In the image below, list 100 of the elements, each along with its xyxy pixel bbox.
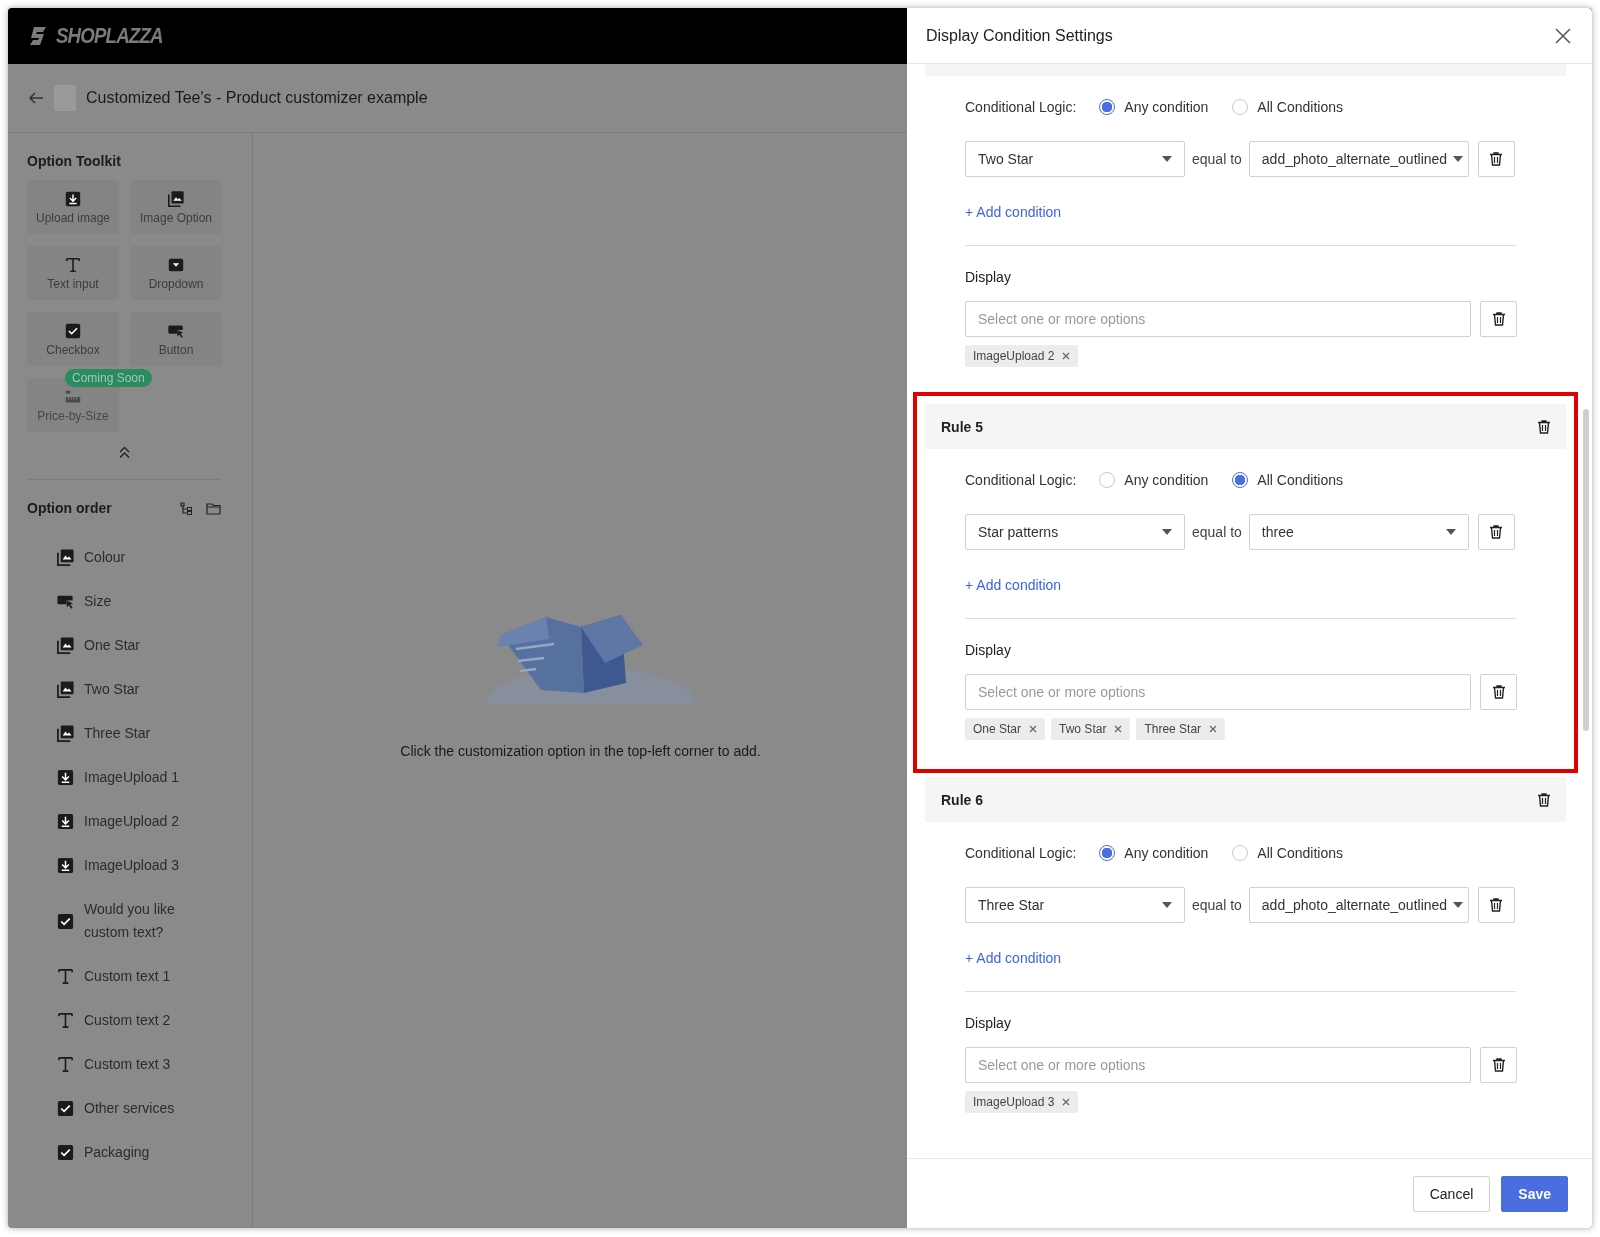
drawer-title: Display Condition Settings xyxy=(926,26,1114,45)
trash-icon[interactable] xyxy=(1536,791,1552,808)
tag-label: ImageUpload 2 xyxy=(973,349,1055,363)
image-icon xyxy=(56,724,75,743)
option-item[interactable]: Packaging xyxy=(84,1141,150,1164)
option-item[interactable]: Size xyxy=(84,590,112,613)
tag-label: Two Star xyxy=(1059,722,1107,736)
option-item[interactable]: One Star xyxy=(84,634,141,657)
tool-tile[interactable]: Image Option xyxy=(130,180,222,234)
checkbox-icon xyxy=(56,1099,75,1118)
trash-icon xyxy=(1488,897,1505,913)
trash-icon xyxy=(1490,684,1507,700)
checkbox-icon xyxy=(56,911,75,931)
radio-option[interactable]: Any condition xyxy=(1099,845,1209,861)
image-icon xyxy=(56,636,75,655)
option-item[interactable]: Custom text 3 xyxy=(84,1053,171,1076)
section-title: Option order xyxy=(27,500,113,516)
text-icon xyxy=(56,1055,75,1074)
remove-icon[interactable] xyxy=(1062,352,1071,360)
display-label: Display xyxy=(965,268,1012,287)
option-item[interactable]: Custom text 1 xyxy=(84,965,171,988)
upload-icon xyxy=(64,189,82,208)
tag-label: One Star xyxy=(973,722,1022,736)
operator-label: equal to xyxy=(1192,897,1242,913)
radio-option[interactable]: Any condition xyxy=(1099,99,1209,115)
add-condition-link[interactable]: + Add condition xyxy=(965,201,1062,223)
remove-icon[interactable] xyxy=(1062,1098,1071,1106)
radio-circle[interactable] xyxy=(1099,845,1116,861)
operator-label: equal to xyxy=(1192,151,1242,167)
text-icon xyxy=(64,255,82,274)
value-select[interactable]: add_photo_alternate_outlined xyxy=(1248,887,1469,923)
remove-icon[interactable] xyxy=(1114,725,1123,733)
trash-icon[interactable] xyxy=(1536,418,1552,435)
radio-circle[interactable] xyxy=(1232,845,1249,861)
option-item[interactable]: Three Star xyxy=(84,722,151,745)
tree-icon[interactable] xyxy=(179,500,194,516)
radio-circle[interactable] xyxy=(1232,99,1249,115)
logic-label: Conditional Logic: xyxy=(965,472,1077,488)
remove-icon[interactable] xyxy=(1209,725,1218,733)
radio-circle[interactable] xyxy=(1099,472,1116,488)
options-input[interactable]: Select one or more options xyxy=(965,674,1471,710)
logic-label: Conditional Logic: xyxy=(965,845,1077,861)
cancel-button[interactable]: Cancel xyxy=(1412,1175,1491,1212)
radio-option[interactable]: All Conditions xyxy=(1232,845,1343,861)
value-select[interactable]: add_photo_alternate_outlined xyxy=(1248,141,1469,177)
text-icon xyxy=(56,1011,75,1030)
delete-button[interactable] xyxy=(1477,887,1515,923)
logo: SHOPLAZZA xyxy=(56,23,163,49)
option-item[interactable]: Other services xyxy=(84,1097,175,1120)
coming-soon-badge: Coming Soon xyxy=(65,369,152,387)
field-select[interactable]: Three Star xyxy=(965,887,1185,923)
upload-icon xyxy=(56,856,75,875)
delete-button[interactable] xyxy=(1480,301,1517,337)
upload-icon xyxy=(56,812,75,831)
tag-label: ImageUpload 3 xyxy=(973,1095,1055,1109)
option-item[interactable]: ImageUpload 2 xyxy=(84,810,179,833)
upload-icon xyxy=(56,768,75,787)
radio-circle[interactable] xyxy=(1232,472,1249,488)
option-item[interactable]: Colour xyxy=(84,546,126,569)
caret-icon xyxy=(1162,902,1172,908)
field-select[interactable]: Two Star xyxy=(965,141,1185,177)
empty-state-message: Click the customization option in the top-left corner to add. xyxy=(400,743,761,759)
caret-icon xyxy=(1453,156,1464,162)
section-title: Option Toolkit xyxy=(27,153,122,169)
checkbox-icon xyxy=(64,321,82,340)
option-item[interactable]: Two Star xyxy=(84,678,140,701)
tool-tile[interactable]: Upload image xyxy=(27,180,119,234)
tool-tile[interactable]: Text input xyxy=(27,246,119,300)
image-icon xyxy=(56,548,75,567)
tool-tile[interactable]: Checkbox xyxy=(27,312,119,366)
double-chevron-up-icon[interactable] xyxy=(118,446,131,459)
text-icon xyxy=(56,967,75,986)
field-select[interactable]: Star patterns xyxy=(965,514,1185,550)
option-item[interactable]: ImageUpload 3 xyxy=(84,854,179,877)
delete-button[interactable] xyxy=(1480,1047,1517,1083)
folder-icon[interactable] xyxy=(206,500,221,516)
option-item[interactable]: ImageUpload 1 xyxy=(84,766,179,789)
radio-option[interactable]: All Conditions xyxy=(1232,472,1343,488)
radio-option[interactable]: Any condition xyxy=(1099,472,1209,488)
option-item[interactable]: Would you like custom text? xyxy=(84,898,184,944)
rule-title: Rule 5 xyxy=(941,418,984,435)
options-input[interactable]: Select one or more options xyxy=(965,1047,1471,1083)
add-condition-link[interactable]: + Add condition xyxy=(965,574,1062,596)
scrollbar[interactable] xyxy=(1583,409,1589,731)
delete-button[interactable] xyxy=(1477,141,1515,177)
radio-circle[interactable] xyxy=(1099,99,1116,115)
option-item[interactable]: Custom text 2 xyxy=(84,1009,171,1032)
remove-icon[interactable] xyxy=(1029,725,1038,733)
radio-option[interactable]: All Conditions xyxy=(1232,99,1343,115)
close-icon[interactable] xyxy=(1554,26,1572,45)
back-arrow-icon[interactable] xyxy=(28,90,44,106)
tool-tile[interactable]: Button xyxy=(130,312,222,366)
delete-button[interactable] xyxy=(1477,514,1515,550)
add-condition-link[interactable]: + Add condition xyxy=(965,947,1062,969)
display-label: Display xyxy=(965,641,1012,660)
value-select[interactable]: three xyxy=(1248,514,1469,550)
tool-tile[interactable]: Dropdown xyxy=(130,246,222,300)
save-button[interactable]: Save xyxy=(1501,1175,1568,1212)
delete-button[interactable] xyxy=(1480,674,1517,710)
options-input[interactable]: Select one or more options xyxy=(965,301,1471,337)
